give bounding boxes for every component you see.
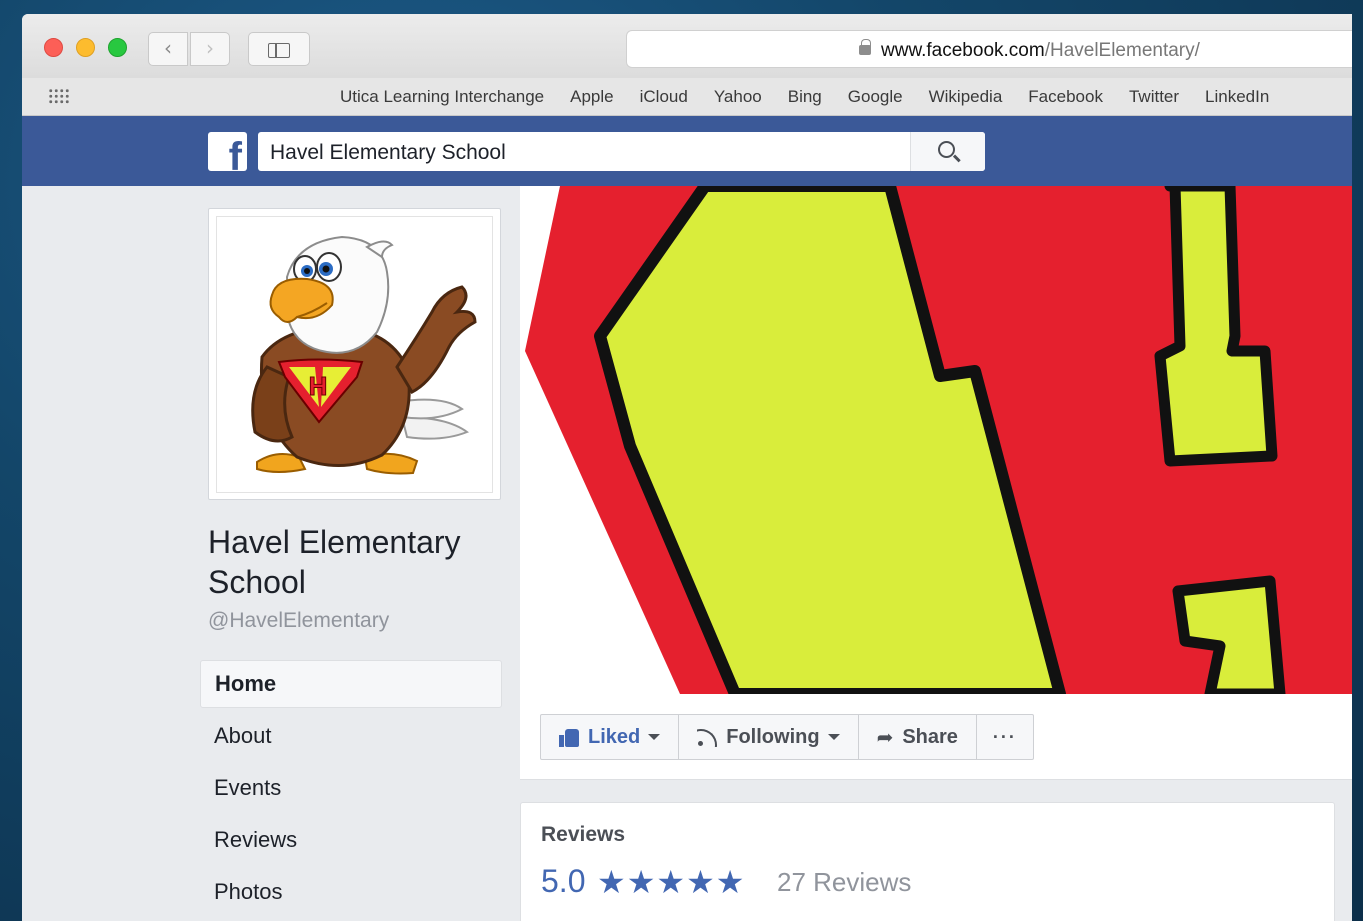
favorite-link[interactable]: Utica Learning Interchange [340, 87, 544, 107]
facebook-logo-letter: f [228, 135, 242, 171]
share-arrow-icon: ➦ [876, 725, 894, 749]
liked-button[interactable]: Liked [541, 715, 680, 759]
facebook-header: f [22, 116, 1352, 186]
favorite-link[interactable]: Yahoo [714, 87, 762, 107]
eagle-mascot-icon: H [251, 235, 477, 475]
page-title[interactable]: Havel Elementary School [208, 522, 498, 602]
profile-picture-card[interactable]: H [208, 208, 501, 500]
review-count[interactable]: 27 Reviews [777, 867, 911, 898]
search-icon [938, 141, 955, 158]
close-window-button[interactable] [44, 38, 63, 57]
facebook-logo-icon[interactable]: f [208, 132, 247, 171]
top-sites-grid-icon[interactable] [48, 88, 70, 104]
sidebar-toggle-button[interactable] [248, 32, 310, 66]
favorites-bar: Utica Learning Interchange Apple iCloud Yah… [22, 78, 1352, 116]
address-bar[interactable]: www.facebook.com/HavelElementary/ [626, 30, 1352, 68]
facebook-search [258, 132, 985, 171]
favorite-link[interactable]: Bing [788, 87, 822, 107]
share-button[interactable]: ➦ Share [859, 715, 977, 759]
side-nav-item-home[interactable]: Home [200, 660, 502, 708]
sidebar-icon [268, 43, 290, 58]
following-label: Following [726, 725, 820, 748]
chevron-right-icon: › [206, 36, 214, 60]
page-side-nav: Home About Events Reviews Photos [200, 660, 502, 920]
favorite-link[interactable]: Facebook [1028, 87, 1103, 107]
zoom-window-button[interactable] [108, 38, 127, 57]
rss-icon [697, 727, 718, 747]
favorite-link[interactable]: LinkedIn [1205, 87, 1269, 107]
favorite-link[interactable]: iCloud [640, 87, 688, 107]
caret-down-icon [648, 734, 661, 740]
back-button[interactable]: ‹ [148, 32, 188, 66]
emblem-letter: H [309, 371, 328, 401]
reviews-heading: Reviews [541, 823, 626, 846]
following-button[interactable]: Following [679, 715, 859, 759]
liked-label: Liked [588, 725, 641, 748]
side-nav-item-about[interactable]: About [200, 712, 502, 764]
url-path: /HavelElementary/ [1044, 40, 1200, 61]
share-label: Share [902, 725, 958, 748]
favorite-link[interactable]: Twitter [1129, 87, 1179, 107]
star-rating-icon: ★★★★★ [597, 863, 746, 901]
side-nav-item-photos[interactable]: Photos [200, 868, 502, 920]
favorites-list: Utica Learning Interchange Apple iCloud Yah… [340, 87, 1269, 107]
reviews-card: Reviews 5.0 ★★★★★ 27 Reviews [520, 802, 1335, 921]
ellipsis-icon: ··· [992, 726, 1017, 747]
page-action-bar: Liked Following ➦ Share ··· [520, 694, 1352, 780]
lock-icon [859, 39, 871, 55]
caret-down-icon [827, 734, 840, 740]
cover-artwork [520, 186, 1352, 694]
browser-window: ‹ › www.facebook.com/HavelElementary/ Ut… [22, 14, 1352, 921]
more-options-button[interactable]: ··· [977, 715, 1033, 759]
thumbs-up-icon [559, 727, 579, 747]
side-nav-item-reviews[interactable]: Reviews [200, 816, 502, 868]
favorite-link[interactable]: Apple [570, 87, 613, 107]
action-buttons: Liked Following ➦ Share ··· [540, 714, 1034, 760]
url-domain: www.facebook.com [881, 40, 1045, 61]
profile-picture: H [216, 216, 493, 493]
title-bar: ‹ › www.facebook.com/HavelElementary/ [22, 14, 1352, 78]
chevron-left-icon: ‹ [164, 36, 172, 60]
cover-photo[interactable] [520, 186, 1352, 694]
rating-value[interactable]: 5.0 [541, 863, 585, 900]
favorite-link[interactable]: Wikipedia [929, 87, 1003, 107]
side-nav-item-events[interactable]: Events [200, 764, 502, 816]
search-button[interactable] [910, 132, 985, 171]
url-text: www.facebook.com/HavelElementary/ [881, 40, 1200, 62]
search-input[interactable] [270, 141, 890, 165]
page-handle[interactable]: @HavelElementary [208, 609, 389, 633]
forward-button[interactable]: › [190, 32, 230, 66]
favorite-link[interactable]: Google [848, 87, 903, 107]
minimize-window-button[interactable] [76, 38, 95, 57]
